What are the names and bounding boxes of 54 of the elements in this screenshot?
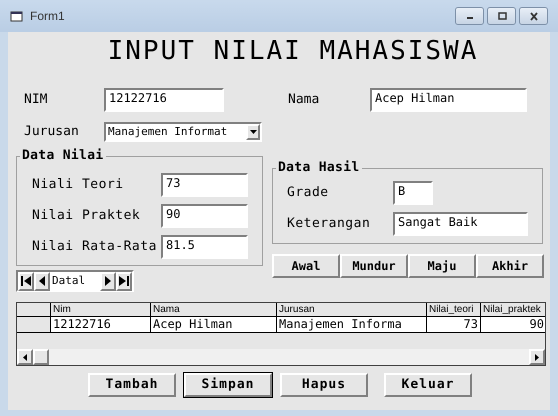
first-button[interactable] [18,272,34,290]
close-icon [528,12,538,20]
dropdown[interactable]: Manajemen Informat [104,122,262,142]
input-field[interactable]: Sangat Baik [393,212,528,236]
scroll-left-icon [23,354,27,360]
table-cell: 73 [427,317,481,332]
field-label: Keterangan [287,215,372,234]
scroll-thumb[interactable] [33,349,49,365]
input-field[interactable]: 90 [161,204,248,228]
column-header: Nim [51,303,151,316]
field-label: Nilai Praktek [32,207,142,226]
action-button[interactable]: Hapus [280,373,368,397]
input-field[interactable]: 73 [161,173,248,197]
nav-button[interactable]: Mundur [340,254,408,278]
input-field[interactable]: 12122716 [104,88,224,112]
field-label: Jurusan [24,123,80,142]
form-heading: INPUT NILAI MAHASISWA [108,36,478,66]
input-field[interactable]: 81.5 [161,235,248,259]
field-label: NIM [24,91,48,110]
table-cell: Manajemen Informa [277,317,427,332]
column-header: Nilai_teori [427,303,481,316]
action-button[interactable]: Simpan [184,373,272,397]
first-record-icon [20,275,32,287]
prev-button[interactable] [34,272,50,290]
table-cell: 90 [481,317,545,332]
field-label: Niali Teori [32,176,125,194]
nav-button[interactable]: Akhir [476,254,544,278]
maximize-icon [496,12,506,20]
scroll-right-icon [535,354,539,360]
last-button[interactable] [116,272,132,290]
column-header: Jurusan [277,303,427,316]
action-button[interactable]: Tambah [88,373,176,397]
column-header: Nilai_praktek [481,303,545,316]
column-header: Nama [151,303,277,316]
horizontal-scrollbar[interactable] [17,349,545,365]
window-icon [10,10,24,22]
last-record-icon [118,275,130,287]
window-title: Form1 [30,8,65,25]
table-cell: Acep Hilman [151,317,277,332]
field-label: Nama [288,91,320,110]
next-button[interactable] [100,272,116,290]
caret-icon [250,130,256,134]
input-field[interactable]: B [393,181,433,205]
minimize-button[interactable] [455,7,484,25]
navigator-caption: Datal [50,272,100,290]
nav-button[interactable]: Maju [408,254,476,278]
close-button[interactable] [519,7,548,25]
table-cell: 12122716 [51,317,151,332]
maximize-button[interactable] [487,7,516,25]
action-button[interactable]: Keluar [384,373,472,397]
input-field[interactable]: Acep Hilman [370,88,527,112]
field-label: Nilai Rata-Rata [32,238,158,256]
nav-button[interactable]: Awal [272,254,340,278]
field-label: Grade [287,184,330,202]
